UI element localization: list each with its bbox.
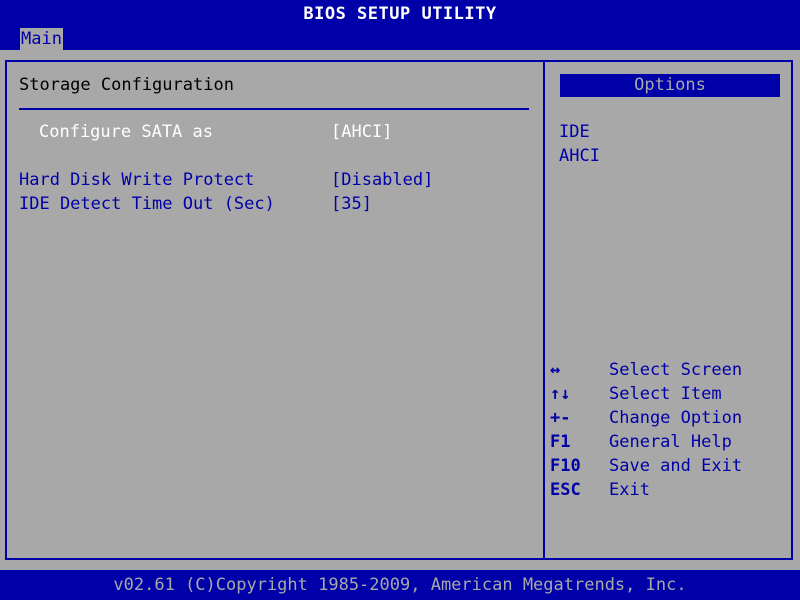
help-key-plus-minus: +- [550,408,571,428]
menu-bar: Main [0,28,800,50]
panel-divider [543,60,545,560]
copyright-footer: v02.61 (C)Copyright 1985-2009, American … [0,570,800,600]
help-desc-change-option: Change Option [609,408,743,428]
setting-ide-timeout-label[interactable]: IDE Detect Time Out (Sec) [19,193,275,215]
help-key-arrows-vertical-icon: ↑↓ [550,384,571,404]
setting-configure-sata-value[interactable]: [AHCI] [331,121,392,143]
section-divider [19,108,529,110]
setting-ide-timeout-value[interactable]: [35] [331,193,372,215]
help-desc-save-exit: Save and Exit [609,456,743,476]
option-ahci[interactable]: AHCI [559,145,600,167]
help-desc-general-help: General Help [609,432,732,452]
tab-main[interactable]: Main [20,28,63,50]
setting-configure-sata-label[interactable]: Configure SATA as [39,121,213,143]
options-header: Options [560,74,780,97]
window-title: BIOS SETUP UTILITY [0,0,800,28]
option-ide[interactable]: IDE [559,121,590,143]
setting-write-protect-label[interactable]: Hard Disk Write Protect [19,169,254,191]
setting-write-protect-value[interactable]: [Disabled] [331,169,433,191]
help-key-f10: F10 [550,456,581,476]
help-key-esc: ESC [550,480,581,500]
help-desc-select-screen: Select Screen [609,360,743,380]
help-key-arrows-horizontal-icon: ↔ [550,360,561,380]
help-key-f1: F1 [550,432,571,452]
help-desc-select-item: Select Item [609,384,722,404]
section-title: Storage Configuration [19,75,234,95]
help-desc-exit: Exit [609,480,650,500]
main-frame: Storage Configuration Configure SATA as … [0,50,800,570]
